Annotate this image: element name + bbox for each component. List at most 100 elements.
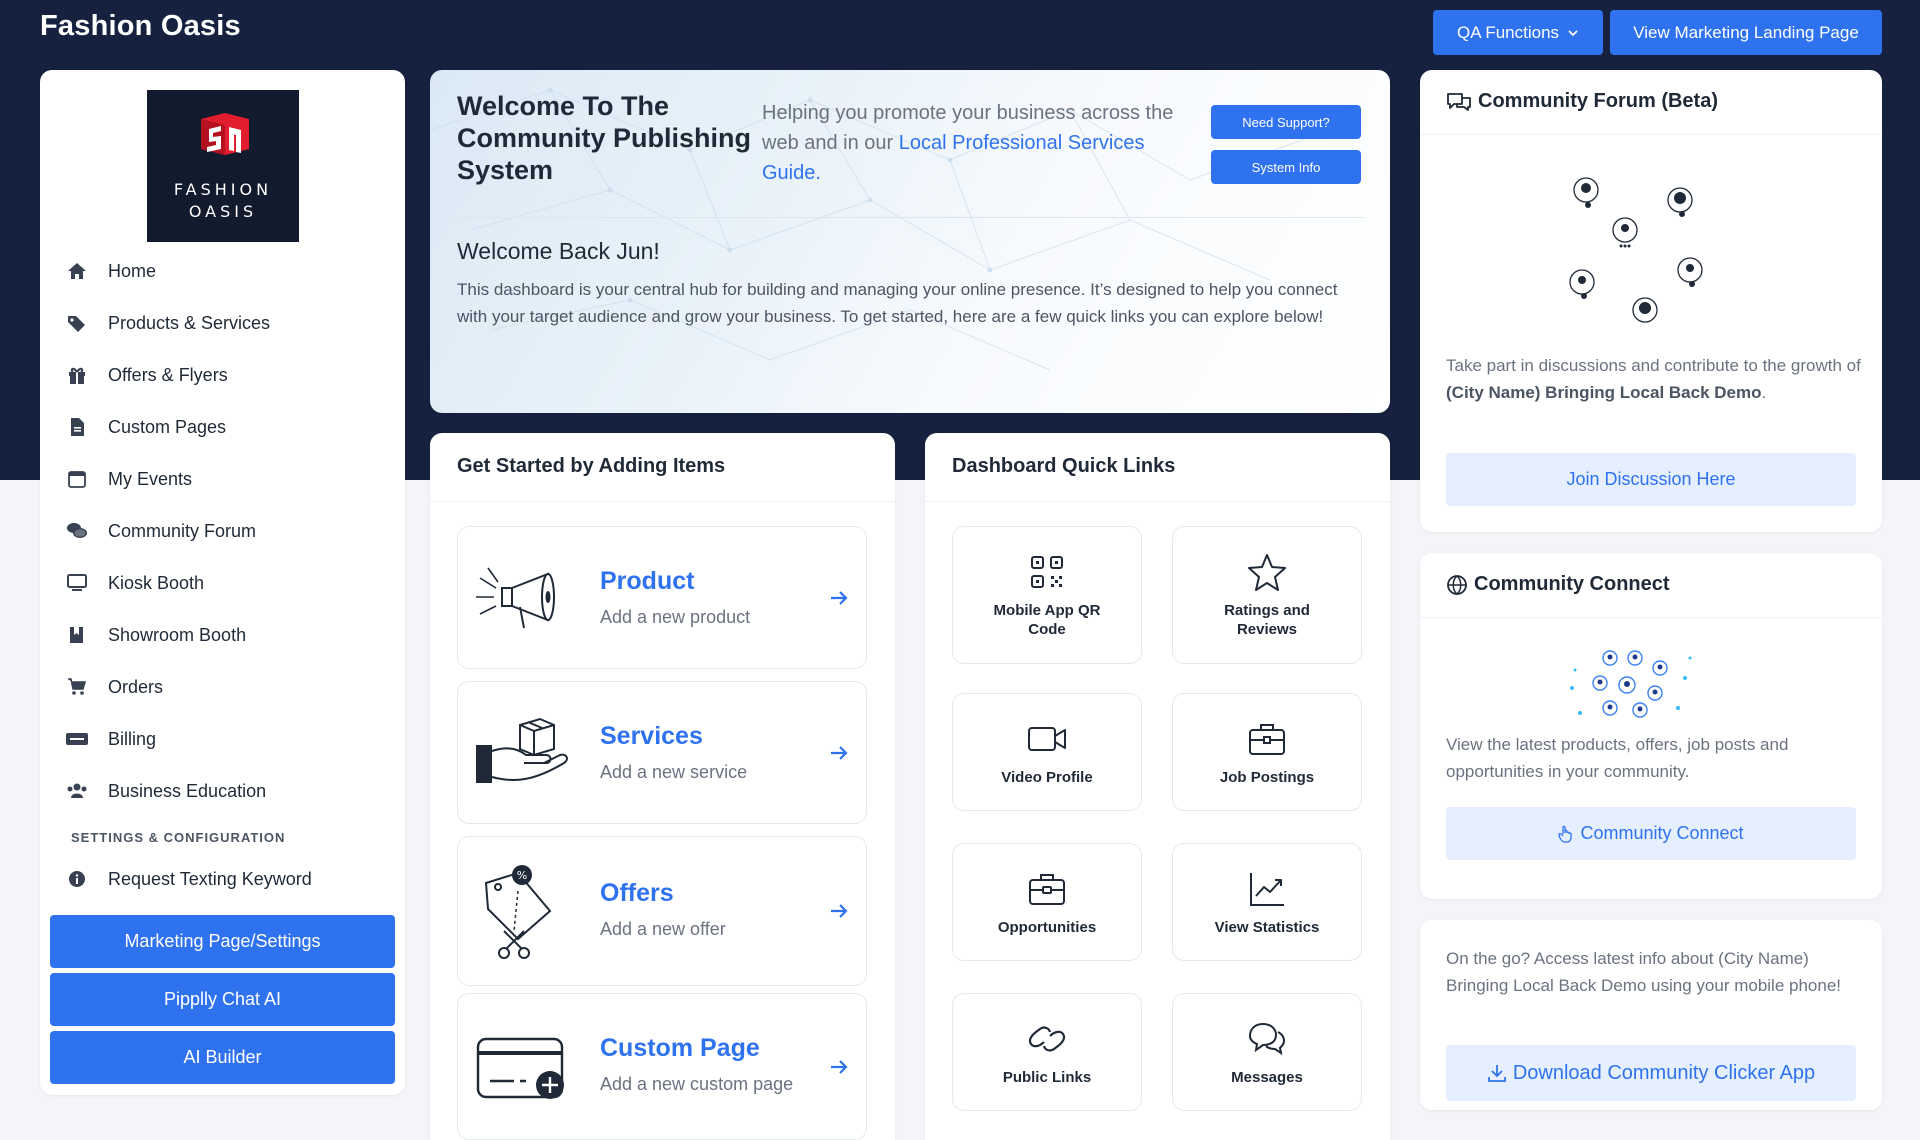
sidebar-item-products-services[interactable]: Products & Services — [40, 297, 405, 349]
sidebar-item-custom-pages[interactable]: Custom Pages — [40, 401, 405, 453]
quick-link-job-postings[interactable]: Job Postings — [1172, 693, 1362, 811]
section-divider — [430, 501, 895, 502]
megaphone-icon — [476, 567, 555, 628]
quick-links-card: Dashboard Quick Links Mobile App QR Code… — [925, 433, 1390, 1140]
add-service-tile[interactable]: Services Add a new service — [457, 681, 867, 824]
sidebar-item-home[interactable]: Home — [40, 245, 405, 297]
download-clicker-app-button[interactable]: Download Community Clicker App — [1446, 1045, 1856, 1101]
sidebar-item-request-texting-keyword[interactable]: Request Texting Keyword — [40, 853, 405, 905]
info-icon — [66, 868, 88, 890]
chat-ai-button[interactable]: Pipplly Chat AI — [50, 973, 395, 1026]
sidebar-item-offers-flyers[interactable]: Offers & Flyers — [40, 349, 405, 401]
sidebar-item-showroom-booth[interactable]: Showroom Booth — [40, 609, 405, 661]
globe-network-icon — [1447, 574, 1467, 595]
book-icon — [66, 624, 88, 646]
quick-link-opportunities[interactable]: Opportunities — [952, 843, 1142, 961]
welcome-divider — [457, 217, 1363, 218]
hand-box-icon — [476, 717, 568, 783]
settings-section-label: SETTINGS & CONFIGURATION — [71, 829, 286, 845]
sidebar-item-billing[interactable]: Billing — [40, 713, 405, 765]
star-icon — [1248, 554, 1286, 591]
quick-link-label: Video Profile — [1001, 768, 1093, 786]
quick-links-title: Dashboard Quick Links — [952, 455, 1176, 477]
sidebar-item-label: Request Texting Keyword — [108, 868, 312, 889]
comments-outline-icon — [1447, 92, 1471, 111]
clicker-text: On the go? Access latest info about (Cit… — [1446, 949, 1842, 995]
tile-name: Offers — [600, 879, 674, 907]
sidebar-item-label: Kiosk Booth — [108, 572, 205, 593]
gift-icon — [66, 364, 88, 386]
forum-people-illustration — [1569, 177, 1703, 323]
community-network-illustration — [1570, 650, 1692, 718]
quick-link-label: Opportunities — [997, 918, 1097, 936]
quick-link-messages[interactable]: Messages — [1172, 993, 1362, 1111]
arrow-right-icon — [831, 1059, 848, 1074]
welcome-body-text: This dashboard is your central hub for b… — [457, 280, 1338, 326]
briefcase-icon — [1249, 723, 1285, 755]
ai-builder-button[interactable]: AI Builder — [50, 1031, 395, 1084]
card-plus-icon — [476, 1037, 564, 1099]
video-icon — [1028, 726, 1066, 751]
sidebar-item-label: My Events — [108, 468, 193, 489]
brand-title: Fashion Oasis — [40, 10, 241, 42]
comments-icon — [66, 520, 88, 542]
svg-text:%: % — [517, 869, 527, 882]
quick-link-public-links[interactable]: Public Links — [952, 993, 1142, 1111]
quick-link-label: Mobile App QR Code — [993, 602, 1101, 638]
welcome-card: Welcome To The Community Publishing Syst… — [430, 70, 1390, 413]
home-icon — [66, 260, 88, 282]
welcome-subtitle: Helping you promote your business across… — [762, 98, 1202, 188]
sidebar-item-kiosk-booth[interactable]: Kiosk Booth — [40, 557, 405, 609]
community-connect-card: Community Connect View the latest produc… — [1420, 553, 1882, 899]
quick-link-label: Public Links — [1002, 1068, 1092, 1086]
tile-name: Custom Page — [600, 1034, 760, 1062]
tile-name: Services — [600, 722, 703, 750]
forum-title-text: Community Forum (Beta) — [1478, 90, 1718, 112]
quick-link-mobile-qr[interactable]: Mobile App QR Code — [952, 526, 1142, 664]
sidebar-item-label: Community Forum — [108, 520, 257, 541]
need-support-button[interactable]: Need Support? — [1211, 105, 1361, 139]
sidebar-item-my-events[interactable]: My Events — [40, 453, 405, 505]
quick-link-view-statistics[interactable]: View Statistics — [1172, 843, 1362, 961]
forum-text-suffix: . — [1761, 383, 1767, 402]
community-connect-button[interactable]: Community Connect — [1446, 807, 1856, 860]
sidebar-item-label: Showroom Booth — [108, 624, 247, 645]
add-product-tile[interactable]: Product Add a new product — [457, 526, 867, 669]
system-info-button[interactable]: System Info — [1211, 150, 1361, 184]
fashion-oasis-logo: FASHION OASIS — [147, 90, 299, 242]
sidebar-item-orders[interactable]: Orders — [40, 661, 405, 713]
sidebar: FASHION OASIS Home Products & Services O… — [40, 70, 405, 1095]
coupon-scissors-icon: % — [484, 865, 552, 959]
join-discussion-button[interactable]: Join Discussion Here — [1446, 453, 1856, 506]
marketing-page-settings-button[interactable]: Marketing Page/Settings — [50, 915, 395, 968]
connect-title: Community Connect — [1446, 573, 1670, 596]
forum-community-name: (City Name) Bringing Local Back Demo — [1446, 383, 1762, 402]
community-clicker-card: On the go? Access latest info about (Cit… — [1420, 920, 1882, 1110]
add-items-title: Get Started by Adding Items — [457, 455, 726, 477]
quick-link-label: View Statistics — [1214, 918, 1320, 936]
forum-text: Take part in discussions and contribute … — [1446, 352, 1861, 406]
file-icon — [66, 416, 88, 438]
calendar-icon — [66, 468, 88, 490]
logo-mark-icon — [201, 113, 249, 155]
section-divider — [1420, 134, 1882, 135]
quick-link-video-profile[interactable]: Video Profile — [952, 693, 1142, 811]
chevron-down-icon — [1568, 29, 1578, 36]
logo-line-2: OASIS — [188, 202, 258, 221]
add-custom-page-tile[interactable]: Custom Page Add a new custom page — [457, 993, 867, 1140]
qa-functions-button[interactable]: QA Functions — [1433, 10, 1603, 55]
welcome-back-greeting: Welcome Back Jun! — [457, 238, 660, 264]
add-offer-tile[interactable]: % Offers Add a new offer — [457, 836, 867, 986]
download-clicker-app-label: Download Community Clicker App — [1512, 1061, 1816, 1084]
sidebar-item-business-education[interactable]: Business Education — [40, 765, 405, 817]
toolbox-icon — [1029, 873, 1065, 905]
hand-pointer-icon — [1558, 825, 1573, 843]
sidebar-nav: Home Products & Services Offers & Flyers… — [40, 245, 405, 905]
sidebar-item-community-forum[interactable]: Community Forum — [40, 505, 405, 557]
community-forum-card: Community Forum (Beta) Take part in disc… — [1420, 70, 1882, 532]
view-landing-page-button[interactable]: View Marketing Landing Page — [1610, 10, 1882, 55]
sidebar-item-label: Home — [108, 260, 157, 281]
section-divider — [1420, 617, 1882, 618]
quick-link-label: Messages — [1231, 1068, 1303, 1086]
quick-link-ratings-reviews[interactable]: Ratings and Reviews — [1172, 526, 1362, 664]
